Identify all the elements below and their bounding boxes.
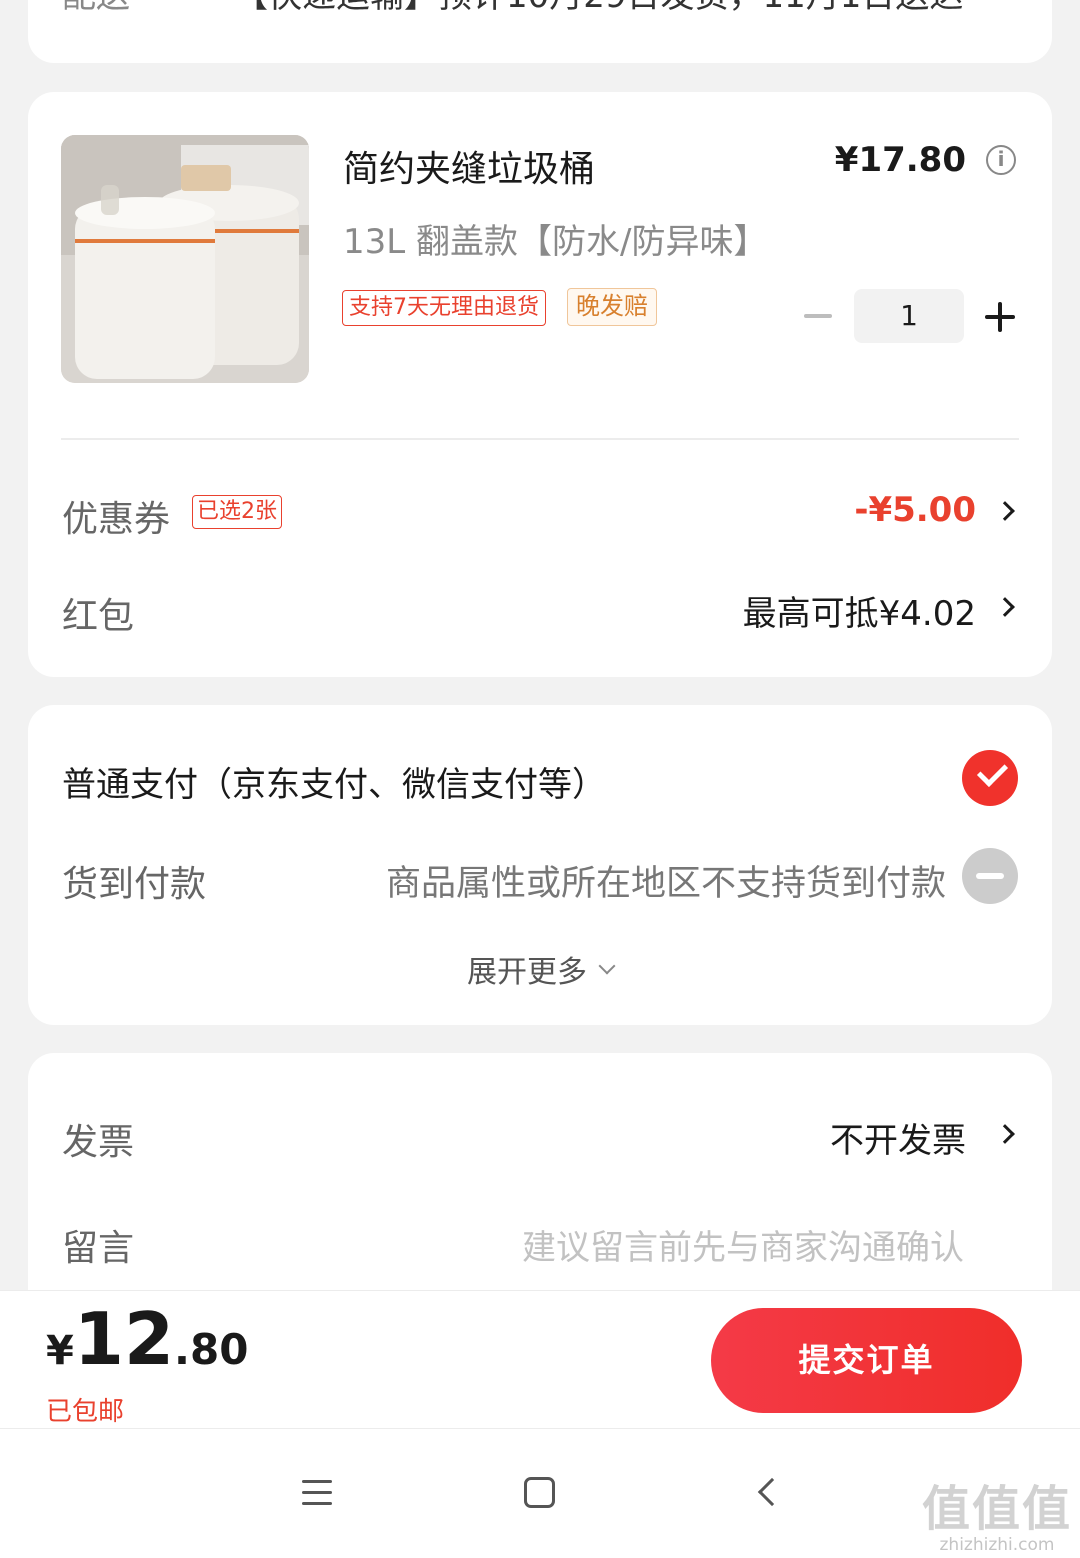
divider (61, 438, 1019, 440)
payment-cod-note: 商品属性或所在地区不支持货到付款 (385, 864, 946, 904)
delivery-estimate: 【快递运输】预计10月29日发货，11月1日送达 (234, 0, 963, 17)
watermark-logo: 值值值 zhizhizhi.com (922, 1469, 1072, 1555)
product-image[interactable] (61, 135, 309, 383)
message-label: 留言 (62, 1228, 135, 1269)
system-nav-bar: 值值值 zhizhizhi.com (0, 1428, 1080, 1558)
chevron-down-icon (598, 957, 616, 975)
quantity-field[interactable]: 1 (854, 289, 964, 343)
red-packet-value: 最高可抵¥4.02 (742, 594, 976, 634)
payment-normal-label: 普通支付（京东支付、微信支付等） (62, 765, 606, 805)
disabled-circle-icon (962, 848, 1018, 904)
coupon-selected-badge: 已选2张 (192, 495, 282, 529)
quantity-increase-button[interactable] (985, 302, 1015, 332)
delivery-label: 配送 (62, 0, 130, 17)
delivery-card: 配送 【快递运输】预计10月29日发货，11月1日送达 (28, 0, 1052, 63)
trash-bin-illustration (61, 135, 309, 383)
product-card: 简约夹缝垃圾桶 ¥17.80 i 13L 翻盖款【防水/防异味】 支持7天无理由… (28, 92, 1052, 677)
payment-cod-label: 货到付款 (62, 864, 207, 905)
watermark-logo-text: 值值值 (921, 1481, 1072, 1537)
checkout-bar: ¥12.80 已包邮 提交订单 (0, 1290, 1080, 1428)
watermark-url: zhizhizhi.com (939, 1535, 1055, 1555)
coupon-discount: -¥5.00 (854, 490, 976, 530)
chevron-right-icon (995, 501, 1015, 521)
total-price: ¥12.80 (46, 1297, 248, 1381)
product-price: ¥17.80 (834, 140, 966, 180)
shipping-status: 已包邮 (46, 1397, 125, 1427)
invoice-label: 发票 (62, 1122, 135, 1163)
expand-more-button[interactable]: 展开更多 (28, 947, 1052, 991)
payment-card: 普通支付（京东支付、微信支付等） 货到付款 商品属性或所在地区不支持货到付款 展… (28, 705, 1052, 1025)
currency-symbol: ¥ (46, 1328, 74, 1374)
red-packet-label: 红包 (62, 596, 135, 637)
product-title[interactable]: 简约夹缝垃圾桶 (343, 140, 595, 192)
home-icon[interactable] (524, 1477, 555, 1508)
chevron-right-icon (995, 1124, 1015, 1144)
total-decimal: .80 (174, 1325, 249, 1374)
quantity-decrease-button[interactable] (804, 300, 832, 330)
product-spec: 13L 翻盖款【防水/防异味】 (343, 222, 768, 262)
return-policy-badge: 支持7天无理由退货 (342, 290, 546, 326)
invoice-value: 不开发票 (830, 1121, 966, 1161)
back-icon[interactable] (757, 1477, 787, 1507)
message-input[interactable]: 建议留言前先与商家沟通确认 (522, 1220, 964, 1269)
late-delivery-badge: 晚发赔 (567, 288, 657, 326)
recent-apps-icon[interactable] (302, 1480, 332, 1506)
submit-order-button[interactable]: 提交订单 (711, 1308, 1022, 1413)
coupon-label: 优惠券 (62, 499, 171, 540)
total-integer: 12 (73, 1297, 175, 1381)
info-icon[interactable]: i (986, 145, 1016, 175)
expand-more-label: 展开更多 (467, 955, 587, 990)
check-circle-icon[interactable] (962, 750, 1018, 806)
chevron-right-icon (995, 597, 1015, 617)
